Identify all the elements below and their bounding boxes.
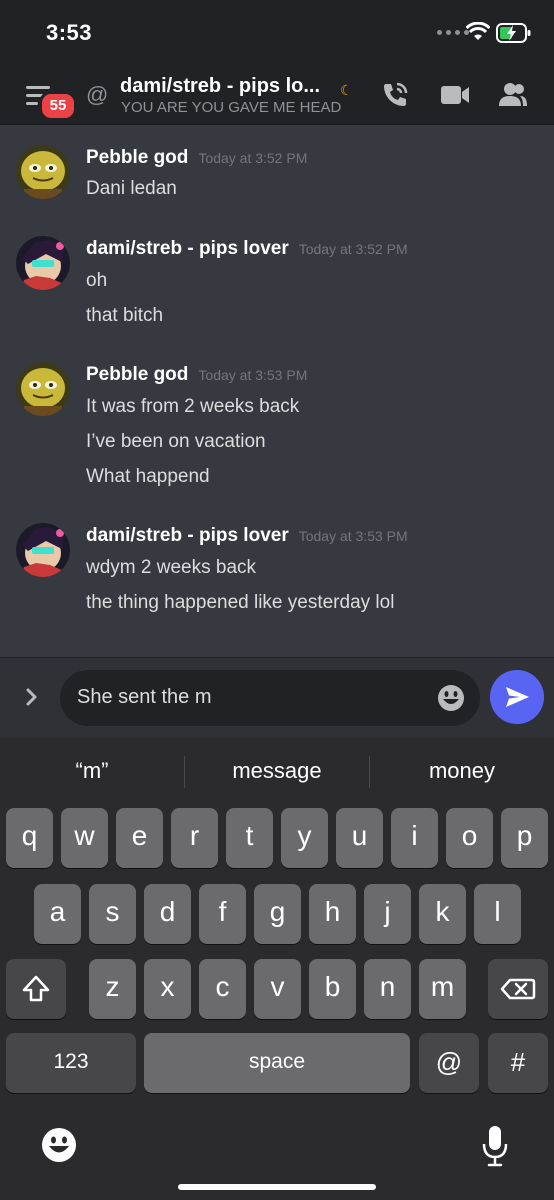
- idle-moon-icon: ☾: [340, 82, 353, 98]
- home-indicator[interactable]: [178, 1184, 376, 1190]
- key-n[interactable]: n: [364, 959, 411, 1019]
- wifi-icon: [466, 22, 490, 40]
- key-h[interactable]: h: [309, 884, 356, 944]
- message-text: the thing happened like yesterday lol: [86, 592, 395, 613]
- key-a[interactable]: a: [34, 884, 81, 944]
- channel-header: 55 @ dami/streb - pips lo... ☾ YOU ARE Y…: [0, 66, 554, 125]
- key-l[interactable]: l: [474, 884, 521, 944]
- key-y[interactable]: y: [281, 808, 328, 868]
- key-k[interactable]: k: [419, 884, 466, 944]
- key-s[interactable]: s: [89, 884, 136, 944]
- key-t[interactable]: t: [226, 808, 273, 868]
- message-author[interactable]: dami/streb - pips lover Today at 3:53 PM: [86, 525, 408, 547]
- unread-badge: 55: [39, 91, 77, 121]
- at-icon: @: [86, 82, 109, 107]
- message-author[interactable]: dami/streb - pips lover Today at 3:52 PM: [86, 238, 408, 260]
- video-camera-icon[interactable]: [440, 83, 470, 107]
- avatar[interactable]: [16, 236, 70, 290]
- message-timestamp: Today at 3:53 PM: [198, 367, 308, 383]
- at-key[interactable]: @: [419, 1033, 479, 1093]
- key-f[interactable]: f: [199, 884, 246, 944]
- avatar[interactable]: [16, 362, 70, 416]
- message-author[interactable]: Pebble god Today at 3:52 PM: [86, 147, 307, 169]
- channel-title[interactable]: dami/streb - pips lo...: [120, 75, 320, 98]
- message-text: It was from 2 weeks back: [86, 396, 300, 417]
- key-e[interactable]: e: [116, 808, 163, 868]
- key-o[interactable]: o: [446, 808, 493, 868]
- battery-charging-icon: [496, 23, 531, 43]
- message-timestamp: Today at 3:52 PM: [198, 150, 308, 166]
- message-text: What happend: [86, 466, 210, 487]
- key-v[interactable]: v: [254, 959, 301, 1019]
- message-composer: She sent the m: [0, 657, 554, 738]
- message-text: Dani ledan: [86, 178, 177, 199]
- key-p[interactable]: p: [501, 808, 548, 868]
- status-bar: 3:53: [0, 0, 554, 66]
- message-author[interactable]: Pebble god Today at 3:53 PM: [86, 364, 307, 386]
- send-icon[interactable]: [490, 670, 544, 724]
- message-text: I’ve been on vacation: [86, 431, 266, 452]
- space-key[interactable]: space: [144, 1033, 410, 1093]
- key-m[interactable]: m: [419, 959, 466, 1019]
- key-g[interactable]: g: [254, 884, 301, 944]
- message-input[interactable]: She sent the m: [60, 670, 480, 726]
- avatar[interactable]: [16, 523, 70, 577]
- message-list[interactable]: Pebble god Today at 3:52 PM Dani ledan da…: [0, 125, 554, 657]
- key-x[interactable]: x: [144, 959, 191, 1019]
- cellular-signal-icon: [437, 30, 469, 35]
- emoji-icon[interactable]: [40, 1126, 78, 1164]
- key-u[interactable]: u: [336, 808, 383, 868]
- message-text: oh: [86, 270, 108, 291]
- message-text: that bitch: [86, 305, 164, 326]
- key-q[interactable]: q: [6, 808, 53, 868]
- hash-key[interactable]: #: [488, 1033, 548, 1093]
- suggestion-3[interactable]: money: [370, 738, 554, 804]
- key-d[interactable]: d: [144, 884, 191, 944]
- members-icon[interactable]: [498, 80, 528, 110]
- emoji-icon[interactable]: [436, 683, 466, 713]
- message-timestamp: Today at 3:52 PM: [298, 241, 408, 257]
- onscreen-keyboard: “m” message money q w e r t y u i o p a …: [0, 738, 554, 1200]
- message-input-text: She sent the m: [77, 686, 212, 708]
- message-text: wdym 2 weeks back: [86, 557, 257, 578]
- backspace-key[interactable]: [488, 959, 548, 1019]
- suggestion-1[interactable]: “m”: [0, 738, 184, 804]
- shift-icon: [22, 975, 50, 1002]
- key-z[interactable]: z: [89, 959, 136, 1019]
- suggestion-2[interactable]: message: [185, 738, 369, 804]
- channel-subtitle: YOU ARE YOU GAVE ME HEAD: [121, 99, 342, 116]
- avatar[interactable]: [16, 145, 70, 199]
- message-timestamp: Today at 3:53 PM: [298, 528, 408, 544]
- key-r[interactable]: r: [171, 808, 218, 868]
- phone-call-icon[interactable]: [380, 80, 410, 110]
- key-c[interactable]: c: [199, 959, 246, 1019]
- status-time: 3:53: [46, 20, 93, 45]
- key-w[interactable]: w: [61, 808, 108, 868]
- key-j[interactable]: j: [364, 884, 411, 944]
- chevron-right-icon[interactable]: [22, 684, 42, 710]
- key-b[interactable]: b: [309, 959, 356, 1019]
- numbers-key[interactable]: 123: [6, 1033, 136, 1093]
- shift-key[interactable]: [6, 959, 66, 1019]
- backspace-icon: [500, 978, 536, 1000]
- microphone-icon[interactable]: [480, 1124, 510, 1168]
- key-i[interactable]: i: [391, 808, 438, 868]
